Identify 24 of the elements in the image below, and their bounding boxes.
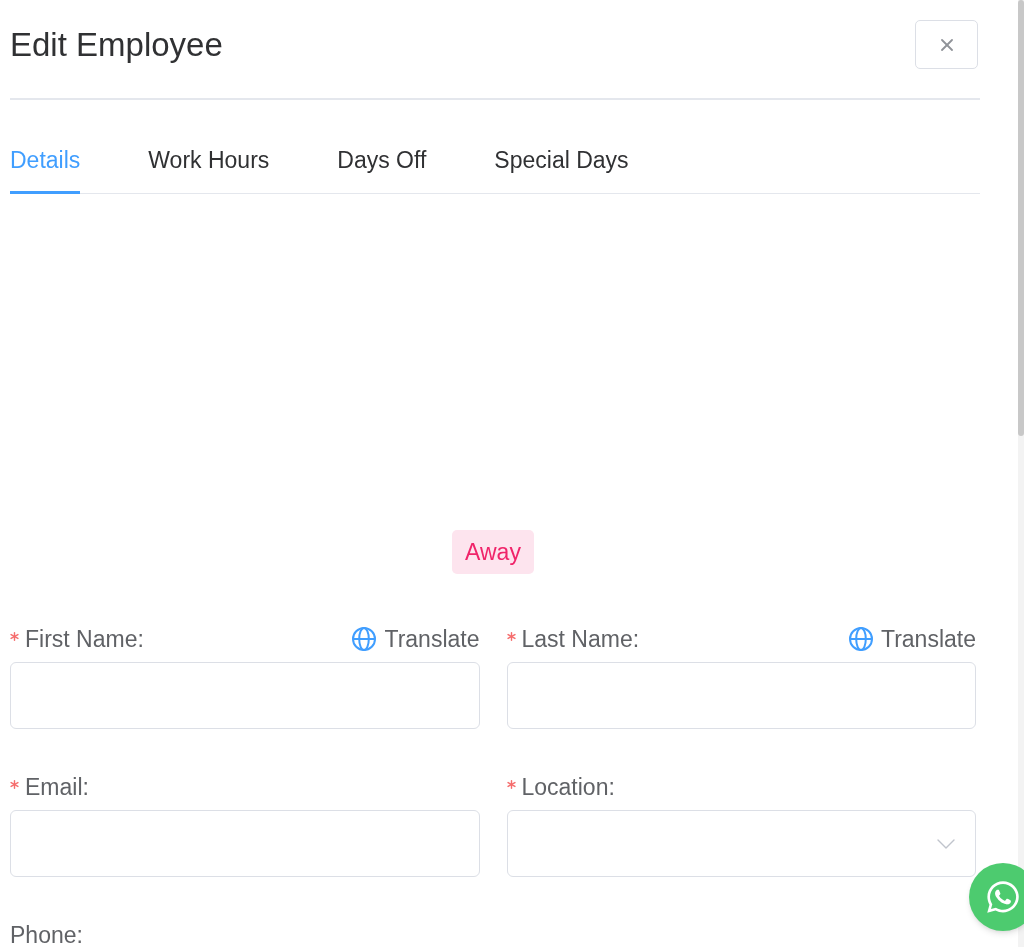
chat-button[interactable] [969, 863, 1024, 931]
close-button[interactable] [915, 20, 978, 69]
tab[interactable]: Work Hours [148, 148, 270, 194]
globe-icon [848, 627, 873, 651]
translate-button[interactable]: Translate [352, 627, 480, 651]
field-label: Email: [25, 775, 89, 799]
tab[interactable]: Special Days [494, 148, 629, 194]
chevron-down-icon [937, 838, 955, 849]
input-field[interactable] [506, 662, 976, 729]
translate-button[interactable]: Translate [848, 627, 976, 651]
globe-icon [352, 627, 377, 651]
chat-bubble-phone-icon [985, 879, 1021, 915]
field-label: Last Name: [521, 627, 640, 651]
tab[interactable]: Days Off [337, 148, 427, 194]
dialog-title: Edit Employee [10, 24, 223, 65]
field-label: First Name: [25, 627, 144, 651]
scrollbar-thumb[interactable] [1018, 0, 1024, 436]
field-label: Location: [521, 775, 615, 799]
close-icon [940, 38, 953, 51]
input-field[interactable] [10, 810, 480, 877]
field-label: Phone: [10, 923, 83, 947]
input-field[interactable] [10, 662, 480, 729]
dropdown-field[interactable] [506, 810, 976, 877]
status-badge: Away [452, 530, 534, 574]
